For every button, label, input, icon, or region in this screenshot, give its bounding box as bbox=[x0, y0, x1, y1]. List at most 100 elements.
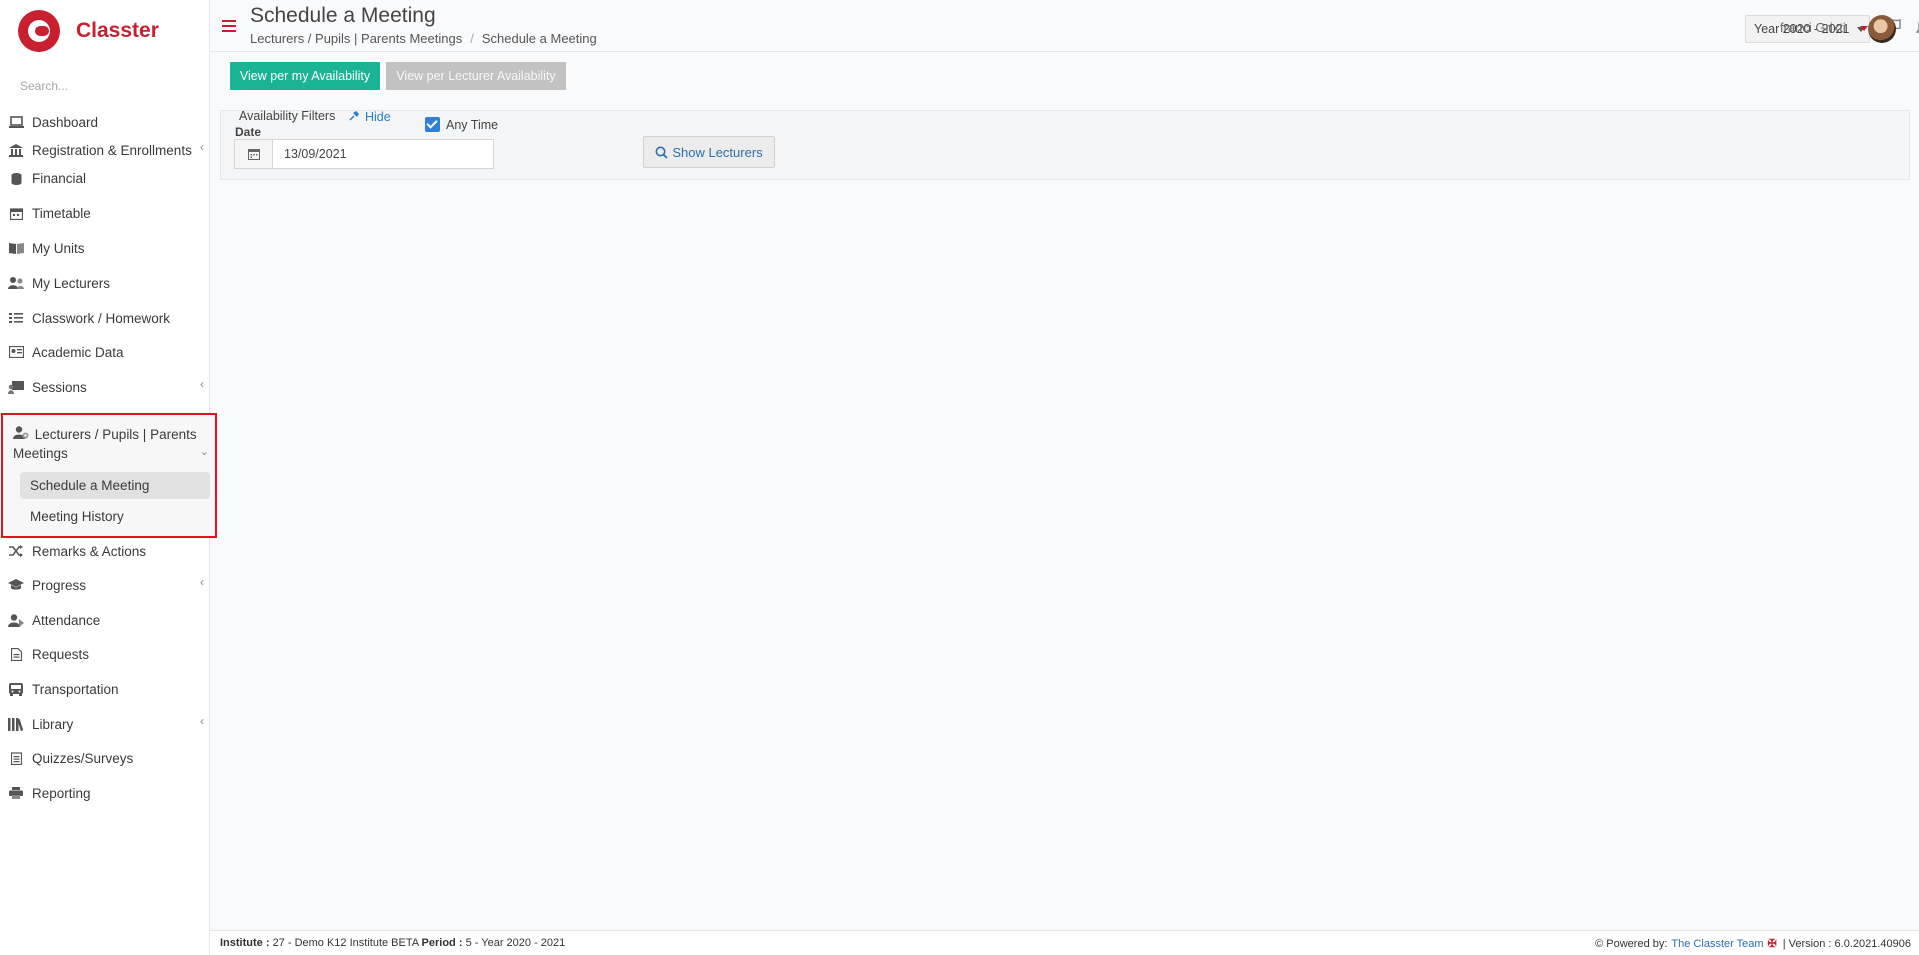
bus-icon bbox=[8, 682, 24, 696]
caret-down-icon[interactable] bbox=[1860, 26, 1868, 31]
sidebar-item-label: Requests bbox=[32, 646, 90, 662]
coins-icon bbox=[8, 171, 24, 185]
show-lecturers-label: Show Lecturers bbox=[672, 144, 763, 160]
graduation-cap-icon bbox=[8, 578, 24, 592]
period-value: 5 - Year 2020 - 2021 bbox=[465, 937, 566, 949]
sidebar-item-label: My Lecturers bbox=[32, 275, 111, 291]
period-label: Period : bbox=[421, 937, 463, 949]
sidebar-item-label: Schedule a Meeting bbox=[30, 478, 150, 493]
chevron-left-icon: ‹ bbox=[200, 575, 204, 589]
sidebar: Classter Dashboard Registration & Enroll… bbox=[0, 0, 217, 955]
sidebar-item-progress[interactable]: Progress ‹ bbox=[0, 572, 210, 598]
classter-small-logo-icon: ✠ bbox=[1767, 938, 1777, 950]
chevron-left-icon: ‹ bbox=[200, 377, 204, 391]
breadcrumb-separator: / bbox=[470, 31, 474, 46]
sidebar-item-label: Academic Data bbox=[32, 344, 124, 360]
sidebar-item-label: Transportation bbox=[32, 681, 119, 697]
any-time-checkbox[interactable]: Any Time bbox=[425, 117, 498, 132]
app-name: Classter bbox=[76, 19, 159, 42]
calendar-icon bbox=[8, 206, 24, 220]
bell-icon[interactable] bbox=[1913, 16, 1919, 38]
sidebar-item-classwork[interactable]: Classwork / Homework bbox=[0, 305, 210, 331]
file-icon bbox=[8, 647, 24, 661]
sidebar-item-requests[interactable]: Requests bbox=[0, 641, 210, 667]
top-header: Schedule a Meeting Lecturers / Pupils | … bbox=[210, 0, 1919, 52]
print-icon bbox=[8, 786, 24, 800]
sidebar-item-registration[interactable]: Registration & Enrollments ‹ bbox=[0, 137, 210, 163]
sidebar-item-financial[interactable]: Financial bbox=[0, 165, 210, 191]
sidebar-item-dashboard[interactable]: Dashboard bbox=[0, 109, 210, 135]
users-icon bbox=[8, 276, 24, 290]
sidebar-item-academic-data[interactable]: Academic Data bbox=[0, 339, 210, 365]
any-time-label: Any Time bbox=[446, 117, 499, 132]
breadcrumb-item-current: Schedule a Meeting bbox=[481, 31, 597, 46]
breadcrumb: Lecturers / Pupils | Parents Meetings / … bbox=[250, 31, 597, 46]
sidebar-item-library[interactable]: Library ‹ bbox=[0, 711, 210, 737]
date-field[interactable] bbox=[273, 140, 473, 168]
sidebar-item-meetings[interactable]: Lecturers / Pupils | Parents Meetings ⌄ bbox=[13, 425, 209, 463]
sidebar-item-reporting[interactable]: Reporting bbox=[0, 780, 210, 806]
sidebar-item-my-lecturers[interactable]: My Lecturers bbox=[0, 270, 210, 296]
sidebar-item-label: Lecturers / Pupils | Parents Meetings bbox=[13, 427, 197, 461]
avatar[interactable] bbox=[1868, 15, 1896, 43]
sidebar-item-quizzes[interactable]: Quizzes/Surveys bbox=[0, 745, 210, 771]
sidebar-item-label: Attendance bbox=[32, 612, 101, 628]
sidebar-item-attendance[interactable]: Attendance bbox=[0, 607, 210, 633]
sidebar-item-label: Sessions bbox=[32, 379, 87, 395]
id-card-icon bbox=[8, 345, 24, 359]
institute-label: Institute : bbox=[220, 937, 270, 949]
sidebar-item-label: Dashboard bbox=[32, 114, 99, 130]
copyright-icon: © bbox=[1595, 937, 1604, 950]
classter-team-link[interactable]: The Classter Team bbox=[1671, 938, 1763, 950]
search-icon bbox=[655, 146, 668, 159]
view-my-availability-button[interactable]: View per my Availability bbox=[230, 62, 380, 90]
institution-icon bbox=[8, 143, 24, 157]
sidebar-subitem-schedule-meeting[interactable]: Schedule a Meeting bbox=[20, 472, 210, 499]
sidebar-item-my-units[interactable]: My Units bbox=[0, 235, 210, 261]
user-name[interactable]: franci Grixti bbox=[1780, 20, 1846, 35]
sidebar-item-label: Library bbox=[32, 716, 74, 732]
sidebar-item-label: Registration & Enrollments bbox=[32, 142, 192, 158]
shuffle-icon bbox=[8, 544, 24, 558]
date-picker[interactable] bbox=[234, 139, 494, 169]
institute-value: 27 - Demo K12 Institute BETA bbox=[272, 937, 419, 949]
sidebar-item-transportation[interactable]: Transportation bbox=[0, 676, 210, 702]
hamburger-menu-icon[interactable] bbox=[222, 20, 236, 32]
footer: Institute : 27 - Demo K12 Institute BETA… bbox=[210, 930, 1919, 955]
sidebar-item-label: Classwork / Homework bbox=[32, 310, 171, 326]
sidebar-item-sessions[interactable]: Sessions ‹ bbox=[0, 374, 210, 400]
search-input[interactable] bbox=[20, 76, 190, 96]
chalkboard-icon bbox=[8, 380, 24, 394]
sidebar-item-label: Quizzes/Surveys bbox=[32, 750, 134, 766]
sidebar-subitem-meeting-history[interactable]: Meeting History bbox=[20, 503, 210, 530]
chevron-down-icon: ⌄ bbox=[199, 446, 209, 458]
logo[interactable]: Classter bbox=[18, 8, 159, 54]
sidebar-item-label: Remarks & Actions bbox=[32, 543, 147, 559]
powered-by-label: Powered by: bbox=[1606, 937, 1668, 950]
book-icon bbox=[8, 241, 24, 255]
chevron-left-icon: ‹ bbox=[200, 140, 204, 154]
clipboard-list-icon bbox=[8, 751, 24, 765]
availability-filters-panel: Availability Filters Hide Date Any Time … bbox=[220, 109, 1910, 180]
classter-logo-icon bbox=[18, 10, 60, 52]
user-clock-icon bbox=[8, 613, 24, 627]
sidebar-item-label: Meeting History bbox=[30, 509, 124, 524]
library-icon bbox=[8, 717, 24, 731]
user-cog-icon bbox=[13, 425, 31, 444]
view-lecturer-availability-button[interactable]: View per Lecturer Availability bbox=[386, 62, 566, 90]
breadcrumb-item-meetings[interactable]: Lecturers / Pupils | Parents Meetings bbox=[250, 31, 462, 46]
filters-legend: Availability Filters bbox=[239, 109, 336, 123]
hide-filters-link[interactable]: Hide bbox=[349, 110, 391, 124]
checkbox-checked-icon[interactable] bbox=[425, 117, 440, 132]
calendar-icon[interactable] bbox=[235, 140, 273, 168]
show-lecturers-button[interactable]: Show Lecturers bbox=[643, 136, 775, 168]
sidebar-item-remarks[interactable]: Remarks & Actions bbox=[0, 538, 210, 564]
footer-info: Institute : 27 - Demo K12 Institute BETA… bbox=[220, 937, 565, 949]
sidebar-item-label: My Units bbox=[32, 240, 85, 256]
laptop-icon bbox=[8, 115, 24, 129]
sidebar-item-label: Progress bbox=[32, 577, 87, 593]
footer-credits: © Powered by: The Classter Team ✠ | Vers… bbox=[1595, 937, 1911, 951]
sidebar-item-label: Financial bbox=[32, 170, 87, 186]
chevron-left-icon: ‹ bbox=[200, 714, 204, 728]
sidebar-item-timetable[interactable]: Timetable bbox=[0, 200, 210, 226]
